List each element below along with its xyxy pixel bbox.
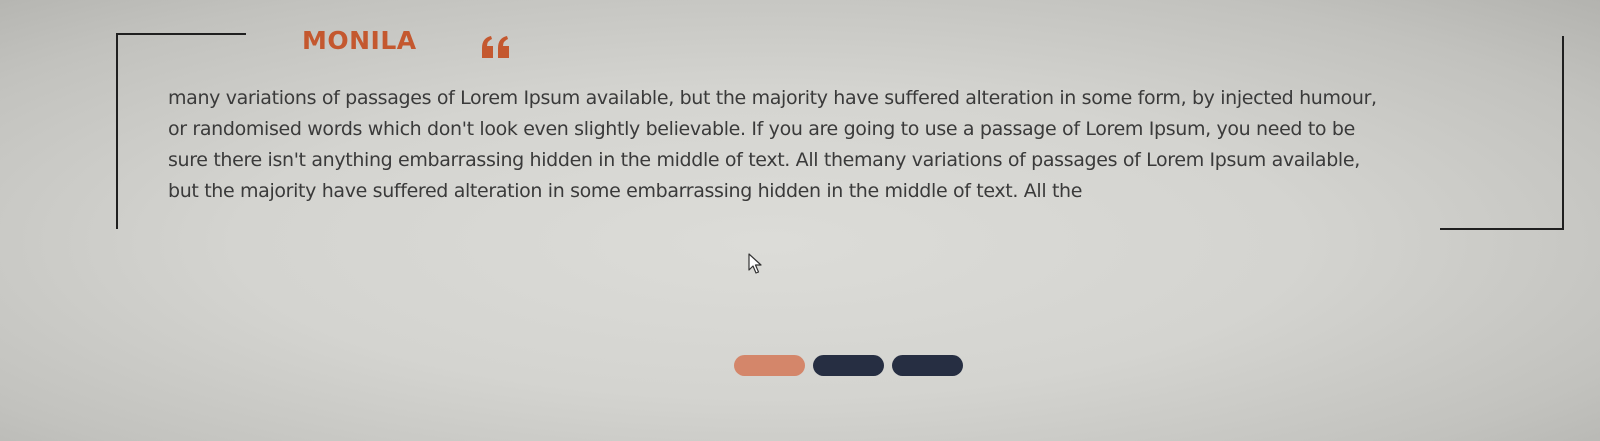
quote-open-icon bbox=[482, 36, 509, 58]
carousel-dot-2[interactable] bbox=[813, 355, 884, 376]
carousel-dot-1[interactable] bbox=[734, 355, 805, 376]
carousel-pagination bbox=[734, 355, 963, 376]
mouse-cursor-icon bbox=[748, 253, 762, 274]
carousel-dot-3[interactable] bbox=[892, 355, 963, 376]
frame-right-line bbox=[1562, 36, 1564, 230]
frame-bottom-right-line bbox=[1440, 228, 1564, 230]
frame-top-left-line bbox=[116, 33, 246, 35]
quote-line: sure there isn't anything embarrassing h… bbox=[168, 149, 1360, 171]
testimonial-quote: many variations of passages of Lorem Ips… bbox=[168, 83, 1548, 207]
quote-line: but the majority have suffered alteratio… bbox=[168, 180, 1083, 202]
quote-line: many variations of passages of Lorem Ips… bbox=[168, 87, 1377, 109]
quote-line: or randomised words which don't look eve… bbox=[168, 118, 1355, 140]
frame-left-line bbox=[116, 33, 118, 229]
testimonial-author: MONILA bbox=[302, 26, 417, 55]
